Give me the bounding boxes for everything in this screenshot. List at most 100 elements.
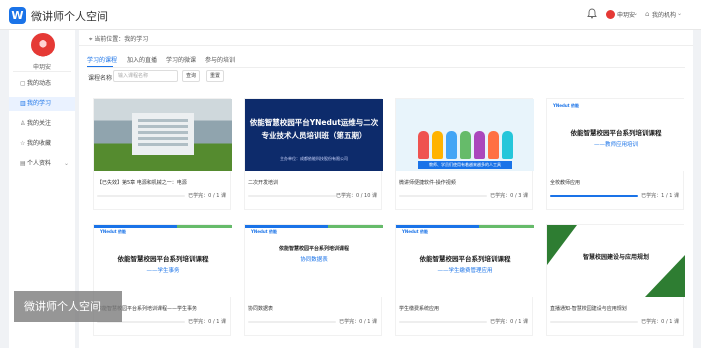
chevron-down-icon[interactable]: ⌄ xyxy=(677,10,682,17)
course-thumbnail: 智慧校园建设与应用规划 xyxy=(547,225,685,297)
sidebar-user-name: 申玥安 xyxy=(32,64,51,71)
person-figure xyxy=(446,131,457,159)
thumbnail-subheading: ——学生缴费管理应用 xyxy=(437,268,493,274)
person-figure xyxy=(432,131,443,159)
course-title[interactable]: 微讲师便捷软件-操作视频 xyxy=(399,179,529,186)
sidebar-item-label: 我的动态 xyxy=(27,80,52,87)
thumbnail-organizer: 主办单位：成都依能科技股份有限公司 xyxy=(280,156,348,161)
course-title[interactable]: 直播通知-智慧校园建设与应用规划 xyxy=(550,305,680,312)
course-card[interactable]: YNedut 依能 依能智慧校园平台系列培训课程 协同数据表 协同数据表 已学完… xyxy=(244,224,383,336)
active-tab-indicator xyxy=(87,66,113,67)
thumbnail-heading: 依能智慧校园平台系列培训课程 xyxy=(419,255,511,263)
bell-icon[interactable] xyxy=(587,8,597,19)
tab-divider xyxy=(87,67,685,68)
progress-bar xyxy=(550,195,638,197)
thumbnail-caption: 教师、学员们使用有着越来越多的人工具 xyxy=(418,161,512,169)
org-icon: ⌂ xyxy=(645,10,650,18)
tab-microcourse[interactable]: 学习的微课 xyxy=(166,55,196,64)
thumbnail-band xyxy=(396,225,534,228)
favorite-icon: ☆ xyxy=(20,140,26,147)
thumbnail-subheading: 专业技术人员培训班（第五期） xyxy=(261,131,367,140)
sidebar-item-label: 个人资料 xyxy=(27,160,52,167)
progress-text: 已学完：0 / 1 课 xyxy=(188,193,226,199)
divider xyxy=(13,71,71,72)
thumbnail-band xyxy=(94,225,232,228)
app-title: 微讲师个人空间 xyxy=(31,10,108,23)
course-title[interactable]: 协同数据表 xyxy=(248,305,378,312)
progress-text: 已学完：0 / 3 课 xyxy=(490,193,528,199)
sidebar-item-study[interactable]: ▥我的学习 xyxy=(9,97,75,111)
progress-bar xyxy=(550,321,638,323)
top-bar: W 微讲师个人空间 申玥安 ⌄ ⌂ 我的机构 ⌄ xyxy=(0,0,701,30)
course-name-input[interactable]: 输入课程名称 xyxy=(113,70,178,82)
course-thumbnail: YNedut 依能 依能智慧校园平台系列培训课程 ——教师应用培训 xyxy=(547,99,685,171)
thumbnail-heading: 依能智慧校园平台系列培训课程 xyxy=(570,129,662,137)
reset-button[interactable]: 重置 xyxy=(206,70,224,82)
person-figure xyxy=(418,131,429,159)
progress-fill xyxy=(550,195,638,197)
course-title[interactable]: 学生缴费系统应用 xyxy=(399,305,529,312)
progress-bar xyxy=(399,195,487,197)
tab-training[interactable]: 参与的培训 xyxy=(205,55,235,64)
thumbnail-heading: 依能智慧校园平台系列培训课程 xyxy=(117,255,209,263)
progress-text: 已学完：0 / 1 课 xyxy=(339,319,377,325)
course-title[interactable]: 二次开发培训 xyxy=(248,179,378,186)
progress-text: 已学完：0 / 1 课 xyxy=(490,319,528,325)
course-card[interactable]: 【已失效】第5章 电源和机械之一：电源 已学完：0 / 1 课 xyxy=(93,98,232,210)
thumbnail-badge: YNedut 依能 xyxy=(100,229,126,234)
avatar[interactable] xyxy=(31,33,55,57)
progress-text: 已学完：0 / 10 课 xyxy=(336,193,377,199)
sidebar-item-profile[interactable]: ▤个人资料 ⌄ xyxy=(9,157,75,171)
sidebar-item-follow[interactable]: ♙ 我的关注 xyxy=(9,117,75,131)
course-card[interactable]: 智慧校园建设与应用规划 直播通知-智慧校园建设与应用规划 已学完：0 / 1 课 xyxy=(546,224,685,336)
divider xyxy=(79,45,693,46)
study-icon: ▥ xyxy=(20,100,26,107)
chevron-down-icon[interactable]: ⌄ xyxy=(633,10,638,17)
user-avatar[interactable] xyxy=(606,10,615,19)
sidebar-item-favorite[interactable]: ☆ 我的收藏 xyxy=(9,137,75,151)
course-card[interactable]: 教师、学员们使用有着越来越多的人工具 微讲师便捷软件-操作视频 已学完：0 / … xyxy=(395,98,534,210)
thumbnail-badge: YNedut 依能 xyxy=(251,229,277,234)
progress-text: 已学完：1 / 1 课 xyxy=(641,193,679,199)
thumbnail-badge: YNedut 依能 xyxy=(402,229,428,234)
thumbnail-heading: 依能智慧校园平台YNedut运维与二次 xyxy=(249,118,379,127)
chevron-down-icon: ⌄ xyxy=(63,160,69,167)
thumbnail-subheading: ——教师应用培训 xyxy=(593,142,638,148)
person-figure xyxy=(488,131,499,159)
sidebar-item-activity[interactable]: ▢我的动态 xyxy=(9,77,75,91)
progress-bar xyxy=(97,195,185,197)
course-thumbnail: 教师、学员们使用有着越来越多的人工具 xyxy=(396,99,534,171)
thumbnail-band xyxy=(245,225,383,228)
follow-icon: ♙ xyxy=(20,120,26,127)
progress-bar xyxy=(248,321,336,323)
sidebar-item-label: 我的学习 xyxy=(27,100,52,107)
thumbnail-subheading: ——学生事务 xyxy=(146,268,180,274)
activity-icon: ▢ xyxy=(20,80,26,87)
thumbnail-subheading: 协同数据表 xyxy=(300,257,328,263)
course-title[interactable]: 【已失效】第5章 电源和机械之一：电源 xyxy=(97,179,227,186)
course-card[interactable]: 依能智慧校园平台YNedut运维与二次 专业技术人员培训班（第五期） 主办单位：… xyxy=(244,98,383,210)
org-menu[interactable]: 我的机构 xyxy=(652,10,676,19)
tab-courses[interactable]: 学习的课程 xyxy=(87,55,117,64)
course-thumbnail: YNedut 依能 依能智慧校园平台系列培训课程 协同数据表 xyxy=(245,225,383,297)
person-figure xyxy=(460,131,471,159)
thumbnail-heading: 智慧校园建设与应用规划 xyxy=(582,254,649,261)
tab-live[interactable]: 加入的直播 xyxy=(127,55,157,64)
main-panel: ⌖ 当前位置：我的学习 学习的课程 加入的直播 学习的微课 参与的培训 课程名称… xyxy=(79,30,693,348)
course-card[interactable]: YNedut 依能 依能智慧校园平台系列培训课程 ——学生缴费管理应用 学生缴费… xyxy=(395,224,534,336)
watermark: 微讲师个人空间 xyxy=(14,291,122,322)
app-logo[interactable]: W xyxy=(9,7,26,24)
thumbnail-badge: YNedut 依能 xyxy=(553,103,579,108)
thumbnail-heading: 依能智慧校园平台系列培训课程 xyxy=(278,246,349,252)
breadcrumb: ⌖ 当前位置：我的学习 xyxy=(89,34,148,44)
course-title[interactable]: 全校教师应用 xyxy=(550,179,680,186)
progress-text: 已学完：0 / 1 课 xyxy=(188,319,226,325)
progress-bar xyxy=(248,195,336,197)
filter-label: 课程名称 xyxy=(88,75,113,82)
building-windows xyxy=(138,119,188,149)
course-thumbnail: YNedut 依能 依能智慧校园平台系列培训课程 ——学生事务 xyxy=(94,225,232,297)
sidebar-item-label: 我的关注 xyxy=(27,120,52,127)
course-card[interactable]: YNedut 依能 依能智慧校园平台系列培训课程 ——教师应用培训 全校教师应用… xyxy=(546,98,685,210)
search-button[interactable]: 查询 xyxy=(182,70,200,82)
progress-bar xyxy=(399,321,487,323)
